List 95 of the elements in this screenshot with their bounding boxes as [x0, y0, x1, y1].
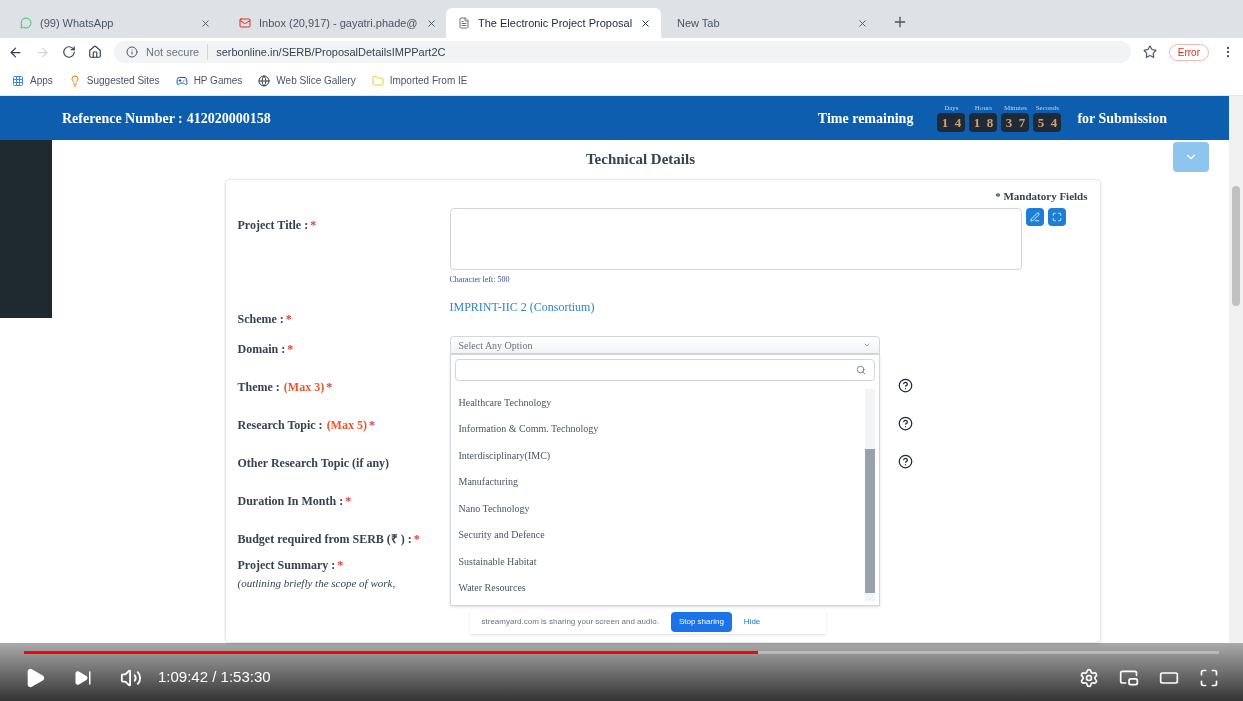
stop-sharing-button[interactable]: Stop sharing — [670, 612, 732, 632]
new-tab-icon[interactable] — [892, 14, 908, 30]
countdown-digit: 4 — [953, 113, 963, 132]
scheme-value: IMPRINT-IIC 2 (Consortium) — [449, 300, 595, 314]
settings-icon[interactable] — [1079, 667, 1099, 688]
project-title-input[interactable] — [449, 208, 1022, 270]
required-mark: * — [326, 380, 333, 394]
info-icon — [126, 46, 138, 58]
dropdown-option[interactable]: Sustainable Habitat — [454, 548, 865, 575]
lightbulb-icon — [68, 74, 81, 87]
time-display: 1:09:42 / 1:53:30 — [158, 667, 271, 688]
help-icon[interactable] — [897, 416, 913, 431]
dropdown-option[interactable]: Nano Technology — [454, 495, 865, 522]
address-bar[interactable]: Not secure serbonline.in/SERB/ProposalDetailsIMPPart2C — [114, 41, 1131, 63]
countdown-digit: 1 — [940, 113, 950, 132]
help-icon[interactable] — [897, 454, 913, 469]
tab-title: (99) WhatsApp — [40, 15, 115, 31]
close-icon[interactable] — [200, 17, 211, 29]
help-icon[interactable] — [897, 378, 913, 393]
close-icon[interactable] — [857, 17, 868, 29]
summary-hint: (outlining briefly the scope of work, — [237, 577, 396, 589]
chat-icon — [20, 17, 32, 29]
field-label: Research Topic : — [237, 418, 323, 432]
reference-label: Reference Number : — [62, 109, 183, 128]
back-icon[interactable] — [8, 44, 23, 60]
dropdown-option[interactable]: Manufacturing — [454, 468, 865, 495]
field-label: Duration In Month : — [237, 494, 344, 508]
reload-icon[interactable] — [62, 45, 76, 59]
bookmark-item[interactable]: Apps — [12, 73, 53, 88]
globe-icon — [258, 74, 271, 87]
section-title: Technical Details — [586, 150, 695, 169]
required-mark: * — [310, 218, 317, 232]
field-note: (Max 5) — [326, 418, 367, 432]
field-label: Other Research Topic (if any) — [237, 456, 390, 470]
dropdown-option[interactable]: Water Resources — [454, 574, 865, 601]
domain-select[interactable]: Select Any Option — [449, 336, 880, 354]
hide-button[interactable]: Hide — [743, 616, 761, 628]
submission-label: for Submission — [1077, 109, 1167, 128]
security-label: Not secure — [146, 43, 209, 61]
dropdown-search-field[interactable] — [454, 359, 875, 381]
page-icon — [458, 17, 470, 29]
bookmark-star-icon[interactable] — [1142, 45, 1157, 59]
progress-track[interactable] — [24, 651, 1219, 654]
caret-icon — [862, 341, 871, 349]
tab-title: New Tab — [677, 15, 721, 31]
home-icon[interactable] — [88, 45, 102, 59]
field-label: Project Title : — [237, 218, 309, 232]
dropdown-option[interactable]: Interdisciplinary(IMC) — [454, 442, 865, 469]
share-message: streamyard.com is sharing your screen and audio. — [481, 616, 659, 628]
countdown-digit: 5 — [1036, 113, 1046, 132]
bookmark-item[interactable]: Suggested Sites — [68, 73, 160, 88]
required-mark: * — [368, 418, 375, 432]
required-mark: * — [285, 312, 292, 326]
edit-button[interactable] — [1025, 208, 1044, 226]
search-icon — [855, 365, 866, 375]
close-icon[interactable] — [425, 17, 437, 29]
next-icon[interactable] — [74, 668, 92, 687]
expand-button[interactable] — [1047, 208, 1066, 226]
mail-icon — [239, 17, 251, 29]
reference-number: 412020000158 — [186, 109, 271, 128]
field-label: Project Summary : — [237, 558, 336, 572]
required-mark: * — [345, 494, 352, 508]
character-count: Character left: 500 — [449, 274, 511, 286]
field-label: Theme : — [237, 380, 280, 394]
countdown-digit: 1 — [972, 113, 982, 132]
bookmark-item[interactable]: Imported From IE — [371, 73, 468, 88]
bookmark-item[interactable]: HP Games — [175, 73, 243, 88]
pencil-icon — [1029, 212, 1040, 222]
required-mark: * — [287, 342, 294, 356]
expand-icon — [1051, 212, 1062, 222]
required-mark: * — [413, 532, 420, 546]
fullscreen-icon[interactable] — [1199, 667, 1219, 688]
gamepad-icon — [175, 74, 188, 87]
dropdown-option[interactable]: Healthcare Technology — [454, 389, 865, 416]
countdown-digit: 7 — [1017, 113, 1027, 132]
field-label: Budget required from SERB (₹ ) : — [237, 532, 412, 546]
folder-icon — [371, 74, 384, 87]
field-label: Domain : — [237, 342, 286, 356]
mandatory-note: * Mandatory Fields — [995, 188, 1088, 204]
required-mark: * — [337, 558, 344, 572]
url-text: serbonline.in/SERB/ProposalDetailsIMPPart2C — [216, 44, 446, 60]
countdown-digit: 4 — [1049, 113, 1059, 132]
field-label: Scheme : — [237, 312, 284, 326]
close-icon[interactable] — [640, 17, 652, 29]
time-remaining-label: Time remaining — [817, 109, 914, 128]
browser-tab[interactable]: The Electronic Project Proposal — [446, 8, 661, 38]
grid-icon — [12, 74, 24, 87]
countdown-digit: 3 — [1004, 113, 1014, 132]
bookmark-item[interactable]: Web Slice Gallery — [258, 73, 356, 88]
dropdown-option[interactable]: Information & Comm. Technology — [454, 415, 865, 442]
countdown-digit: 8 — [985, 113, 995, 132]
field-note: (Max 3) — [283, 380, 325, 394]
dropdown-option[interactable]: Security and Defence — [454, 521, 865, 548]
tab-title: The Electronic Project Proposal — [478, 15, 633, 31]
tab-title: Inbox (20,917) - gayatri.phade@ — [259, 15, 418, 31]
